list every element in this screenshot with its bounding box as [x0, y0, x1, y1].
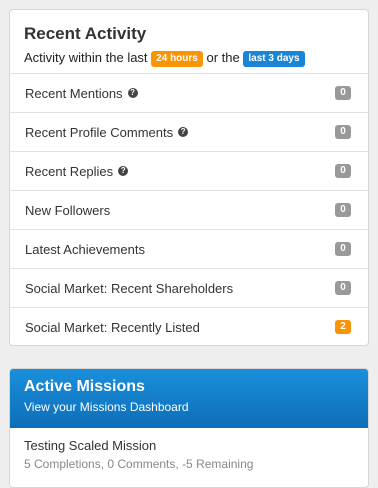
- active-missions-header: Active Missions View your Missions Dashb…: [10, 369, 368, 428]
- activity-item-recent-replies[interactable]: Recent Replies ? 0: [10, 151, 368, 190]
- count-badge: 2: [335, 320, 351, 334]
- recent-activity-header: Recent Activity Activity within the last…: [10, 10, 368, 73]
- activity-item-label: Social Market: Recently Listed: [25, 319, 200, 335]
- timeframe-middle: or the: [206, 50, 240, 65]
- activity-timeframe: Activity within the last 24 hours or the…: [24, 50, 354, 67]
- activity-item-label: Recent Profile Comments ?: [25, 125, 189, 140]
- activity-item-recent-profile-comments[interactable]: Recent Profile Comments ? 0: [10, 112, 368, 151]
- mission-stats: 5 Completions, 0 Comments, -5 Remaining: [24, 457, 254, 471]
- activity-item-new-followers[interactable]: New Followers 0: [10, 190, 368, 229]
- active-missions-title: Active Missions: [24, 378, 145, 395]
- recent-activity-panel: Recent Activity Activity within the last…: [9, 9, 369, 346]
- question-circle-icon[interactable]: ?: [127, 88, 138, 98]
- count-badge: 0: [335, 203, 351, 217]
- activity-item-latest-achievements[interactable]: Latest Achievements 0: [10, 229, 368, 268]
- recent-activity-title: Recent Activity: [24, 24, 147, 43]
- question-circle-icon[interactable]: ?: [178, 127, 189, 137]
- mission-item[interactable]: Testing Scaled Mission 5 Completions, 0 …: [10, 428, 368, 471]
- timeframe-prefix: Activity within the last: [24, 50, 148, 65]
- active-missions-panel: Active Missions View your Missions Dashb…: [9, 368, 369, 488]
- count-badge: 0: [335, 281, 351, 295]
- activity-item-recent-shareholders[interactable]: Social Market: Recent Shareholders 0: [10, 268, 368, 307]
- count-badge: 0: [335, 242, 351, 256]
- activity-item-label: Latest Achievements: [25, 241, 145, 257]
- filter-24-hours-button[interactable]: 24 hours: [151, 51, 203, 67]
- count-badge: 0: [335, 125, 351, 139]
- activity-item-label: Recent Mentions ?: [25, 86, 138, 101]
- filter-last-3-days-button[interactable]: last 3 days: [243, 51, 305, 67]
- activity-item-recently-listed[interactable]: Social Market: Recently Listed 2: [10, 307, 368, 345]
- mission-name: Testing Scaled Mission: [24, 438, 157, 453]
- count-badge: 0: [335, 86, 351, 100]
- count-badge: 0: [335, 164, 351, 178]
- question-circle-icon[interactable]: ?: [118, 166, 129, 176]
- missions-dashboard-link[interactable]: View your Missions Dashboard: [24, 400, 354, 414]
- activity-item-label: Recent Replies ?: [25, 164, 129, 179]
- activity-item-label: New Followers: [25, 202, 111, 218]
- activity-item-label: Social Market: Recent Shareholders: [25, 280, 234, 296]
- activity-list: Recent Mentions ? 0 Recent Profile Comme…: [10, 73, 368, 345]
- activity-item-recent-mentions[interactable]: Recent Mentions ? 0: [10, 73, 368, 112]
